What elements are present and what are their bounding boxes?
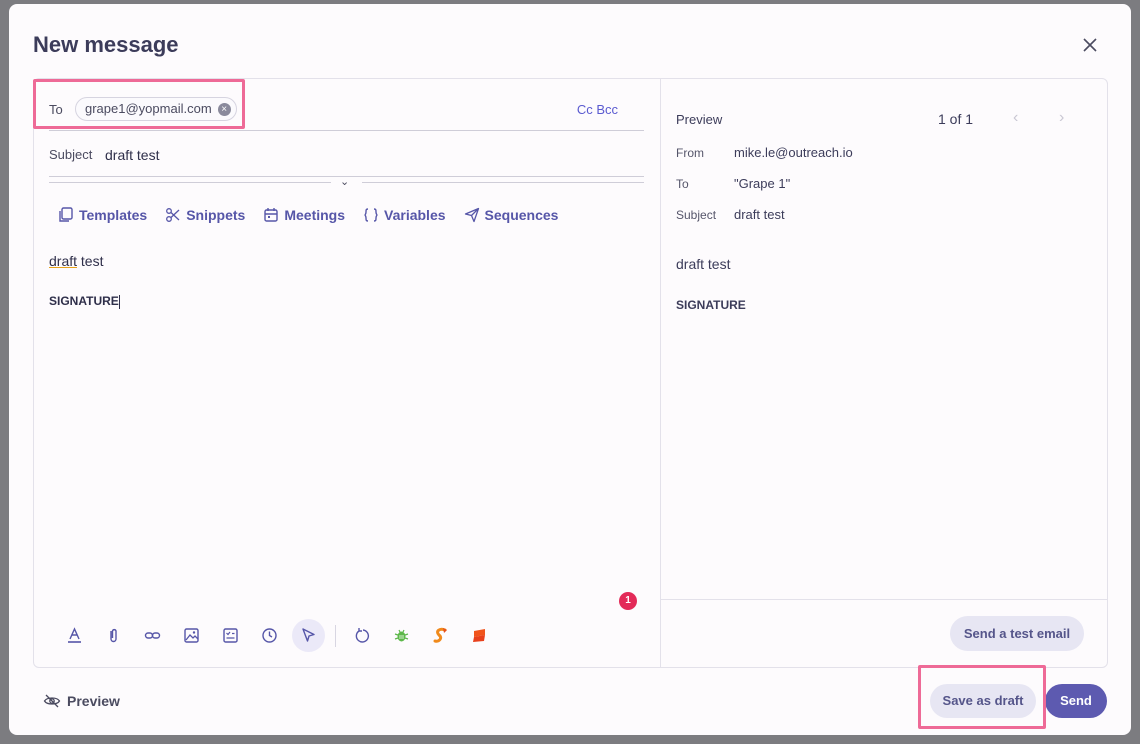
send-plane-icon — [464, 207, 479, 223]
format-separator — [335, 624, 336, 647]
variables-button[interactable]: Variables — [363, 207, 446, 223]
signature: SIGNATURE — [49, 294, 120, 309]
cc-bcc-link[interactable]: Cc Bcc — [577, 102, 618, 117]
checklist-icon[interactable] — [214, 619, 247, 652]
subject-label: Subject — [49, 147, 93, 162]
compose-panel: To grape1@yopmail.com × Cc Bcc Subject d… — [33, 78, 1108, 668]
cursor-icon[interactable] — [292, 619, 325, 652]
notification-badge: 1 — [619, 592, 637, 610]
eye-off-icon — [43, 694, 61, 708]
clock-icon[interactable] — [253, 619, 286, 652]
scissors-icon — [166, 208, 180, 222]
body-word-test: test — [77, 253, 104, 269]
calendar-icon — [264, 208, 279, 222]
body-word-draft: draft — [49, 253, 78, 269]
preview-subject-value: draft test — [734, 207, 785, 222]
link-icon[interactable] — [136, 619, 169, 652]
preview-page-count: 1 of 1 — [938, 111, 974, 127]
snippets-button[interactable]: Snippets — [165, 207, 245, 223]
sequence-s-icon[interactable] — [424, 619, 457, 652]
preview-to-label: To — [676, 177, 689, 191]
templates-button[interactable]: Templates — [58, 207, 147, 223]
preview-to-value: "Grape 1" — [734, 176, 791, 191]
preview-title: Preview — [676, 112, 723, 127]
attachment-icon[interactable] — [97, 619, 130, 652]
preview-toggle-label: Preview — [67, 693, 120, 709]
preview-footer-divider — [660, 599, 1107, 600]
chevron-down-icon[interactable]: ⌄ — [340, 175, 349, 188]
preview-subject-label: Subject — [676, 208, 717, 222]
sequences-button[interactable]: Sequences — [464, 207, 558, 223]
preview-from-label: From — [676, 146, 704, 160]
bug-icon[interactable] — [385, 619, 418, 652]
save-draft-highlight — [918, 665, 1046, 729]
subject-input[interactable]: draft test — [105, 147, 159, 163]
braces-icon — [364, 208, 378, 222]
send-test-email-button[interactable]: Send a test email — [950, 616, 1084, 651]
collapse-separator: ⌄ — [49, 176, 644, 188]
preview-signature: SIGNATURE — [676, 298, 746, 312]
text-color-icon[interactable] — [58, 619, 91, 652]
text-caret — [118, 294, 120, 309]
templates-icon — [59, 207, 73, 222]
modal-title: New message — [33, 32, 179, 57]
flag-icon[interactable] — [463, 619, 496, 652]
image-icon[interactable] — [175, 619, 208, 652]
preview-toggle[interactable]: Preview — [43, 693, 120, 709]
panel-divider — [660, 79, 661, 667]
preview-body: draft test — [676, 256, 731, 272]
chevron-left-icon[interactable]: ‹ — [1013, 109, 1018, 127]
undo-icon[interactable] — [346, 619, 379, 652]
chevron-right-icon[interactable]: › — [1059, 109, 1064, 127]
to-field-highlight — [33, 79, 245, 129]
subject-row: Subject draft test — [49, 131, 644, 177]
format-toolbar — [58, 619, 496, 652]
email-body[interactable]: draft test — [49, 253, 103, 269]
compose-toolbar: Templates Snippets Meetings Variables Se… — [58, 207, 558, 223]
send-button[interactable]: Send — [1045, 684, 1107, 718]
preview-from-value: mike.le@outreach.io — [734, 145, 853, 160]
close-icon[interactable] — [1081, 36, 1099, 54]
meetings-button[interactable]: Meetings — [263, 207, 345, 223]
